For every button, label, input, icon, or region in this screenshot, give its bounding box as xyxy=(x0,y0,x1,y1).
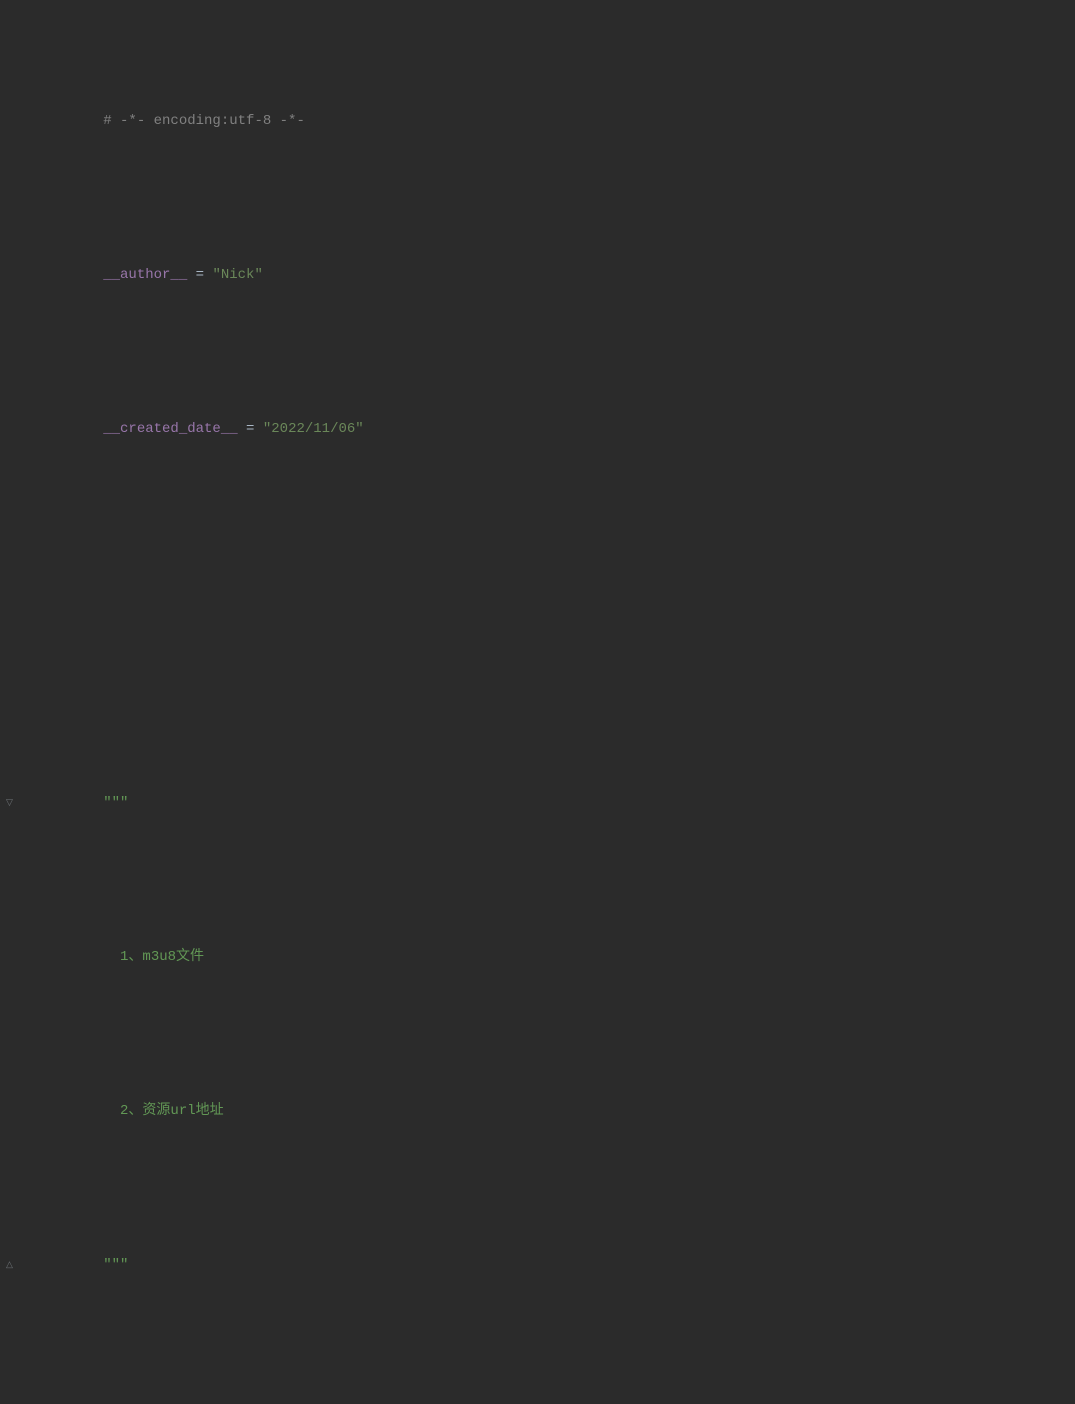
code-editor: # -*- encoding:utf-8 -*- __author__ = "N… xyxy=(0,0,1075,702)
docstring-close: """ xyxy=(103,1257,128,1273)
line-9: △ """ xyxy=(0,1232,1075,1298)
equals: = xyxy=(187,267,212,283)
docstring-item1: 1、m3u8文件 xyxy=(103,949,204,965)
line-10 xyxy=(0,1386,1075,1404)
line-7: 1、m3u8文件 xyxy=(0,924,1075,990)
line-5 xyxy=(0,660,1075,682)
equals2: = xyxy=(238,421,263,437)
line-8: 2、资源url地址 xyxy=(0,1078,1075,1144)
comment-encoding: # -*- encoding:utf-8 -*- xyxy=(103,113,305,129)
line-4 xyxy=(0,550,1075,572)
fold-icon-6[interactable]: ▽ xyxy=(6,792,18,814)
docstring-open: """ xyxy=(103,795,128,811)
author-value: "Nick" xyxy=(212,267,262,283)
created-date-value: "2022/11/06" xyxy=(263,421,364,437)
line-1: # -*- encoding:utf-8 -*- xyxy=(0,88,1075,154)
author-var: __author__ xyxy=(103,267,187,283)
docstring-item2: 2、资源url地址 xyxy=(103,1103,223,1119)
line-2: __author__ = "Nick" xyxy=(0,242,1075,308)
code-content: # -*- encoding:utf-8 -*- __author__ = "N… xyxy=(0,0,1075,1404)
line-6: ▽ """ xyxy=(0,770,1075,836)
fold-icon-9[interactable]: △ xyxy=(6,1254,18,1276)
created-date-var: __created_date__ xyxy=(103,421,237,437)
line-3: __created_date__ = "2022/11/06" xyxy=(0,396,1075,462)
